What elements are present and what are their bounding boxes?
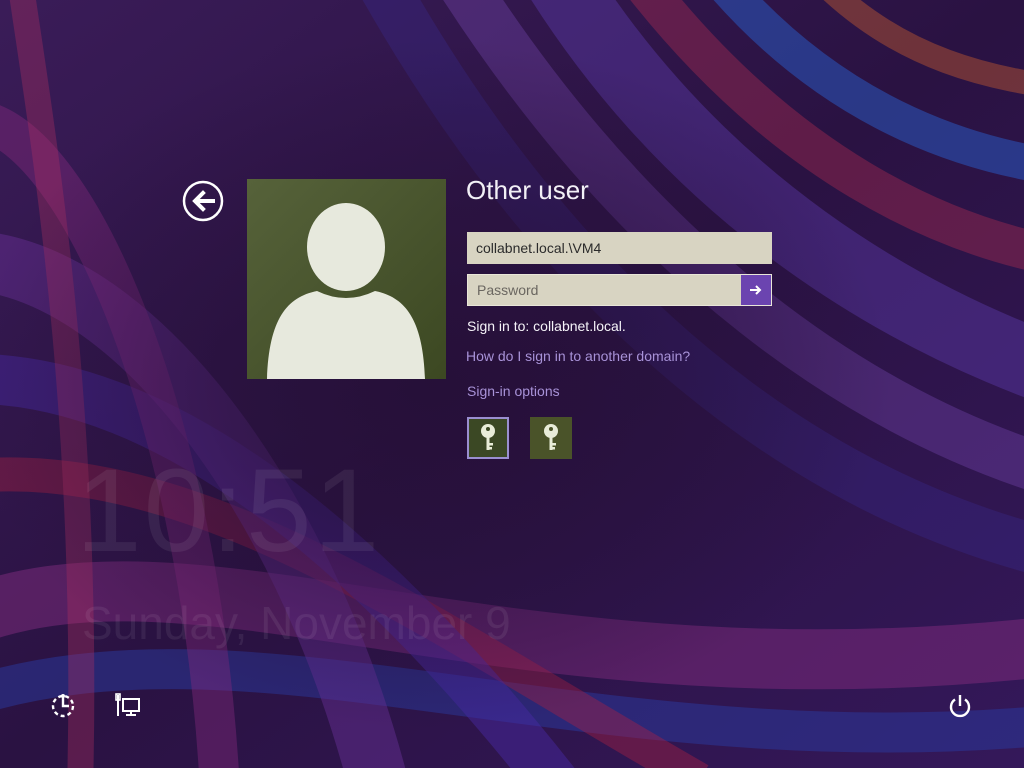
password-box	[467, 274, 772, 306]
password-field[interactable]	[468, 275, 741, 305]
signin-domain-text: Sign in to: collabnet.local.	[467, 318, 626, 334]
signin-option-password[interactable]	[467, 417, 509, 459]
signin-options-link[interactable]: Sign-in options	[467, 383, 560, 399]
user-silhouette-icon	[247, 179, 446, 379]
username-field[interactable]	[467, 232, 772, 264]
other-domain-link[interactable]: How do I sign in to another domain?	[466, 348, 690, 364]
back-button[interactable]	[182, 180, 224, 222]
arrow-right-icon	[750, 285, 762, 295]
network-icon	[115, 693, 140, 716]
power-icon	[949, 695, 971, 718]
ease-of-access-button[interactable]	[49, 692, 77, 720]
ease-of-access-icon	[51, 694, 75, 718]
user-tile	[247, 179, 446, 379]
lock-screen: 10:51 Sunday, November 9 Other user coll…	[0, 0, 1024, 768]
clock-time: 10:51	[76, 445, 382, 577]
clock-date: Sunday, November 9	[82, 597, 511, 649]
key-icon	[544, 424, 558, 450]
back-arrow-icon	[182, 180, 224, 222]
signin-option-other[interactable]	[530, 417, 572, 459]
page-title: Other user	[466, 175, 589, 205]
submit-button[interactable]	[741, 275, 771, 305]
key-icon	[481, 424, 495, 450]
network-button[interactable]	[113, 692, 141, 720]
power-button[interactable]	[946, 692, 974, 720]
